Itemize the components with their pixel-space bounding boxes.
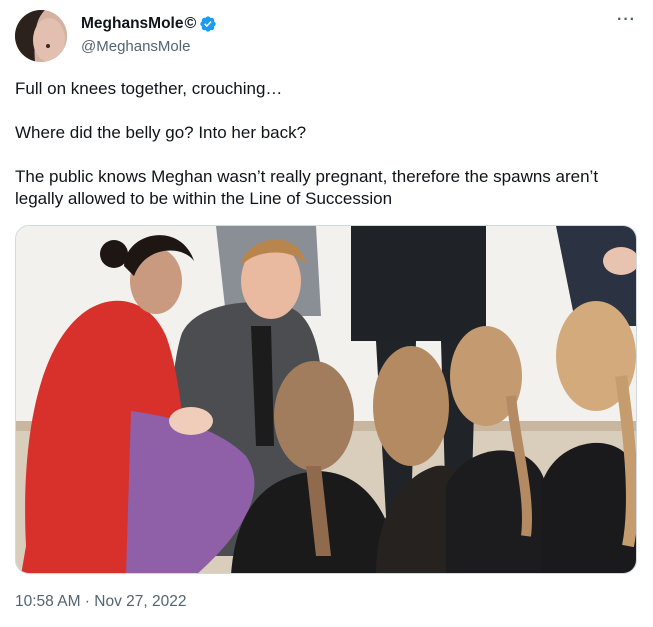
tweet: MeghansMole © @MeghansMole ··· Full on k… (0, 0, 653, 627)
avatar[interactable] (15, 10, 67, 62)
verified-badge-icon (199, 15, 217, 33)
tweet-paragraph: Where did the belly go? Into her back? (15, 123, 307, 142)
timestamp[interactable]: 10:58 AM · Nov 27, 2022 (15, 593, 186, 611)
tweet-paragraph: Full on knees together, crouching… (15, 79, 283, 98)
handle[interactable]: @MeghansMole (81, 38, 217, 55)
author-block: MeghansMole © @MeghansMole (81, 14, 217, 55)
tweet-photo[interactable] (15, 225, 637, 574)
tweet-header: MeghansMole © @MeghansMole ··· (15, 10, 638, 62)
tweet-text: Full on knees together, crouching… Where… (15, 78, 635, 210)
display-name[interactable]: MeghansMole (81, 15, 183, 33)
tweet-paragraph: The public knows Meghan wasn’t really pr… (15, 167, 599, 208)
more-options-icon[interactable]: ··· (617, 12, 636, 28)
copyright-mark: © (184, 15, 197, 32)
